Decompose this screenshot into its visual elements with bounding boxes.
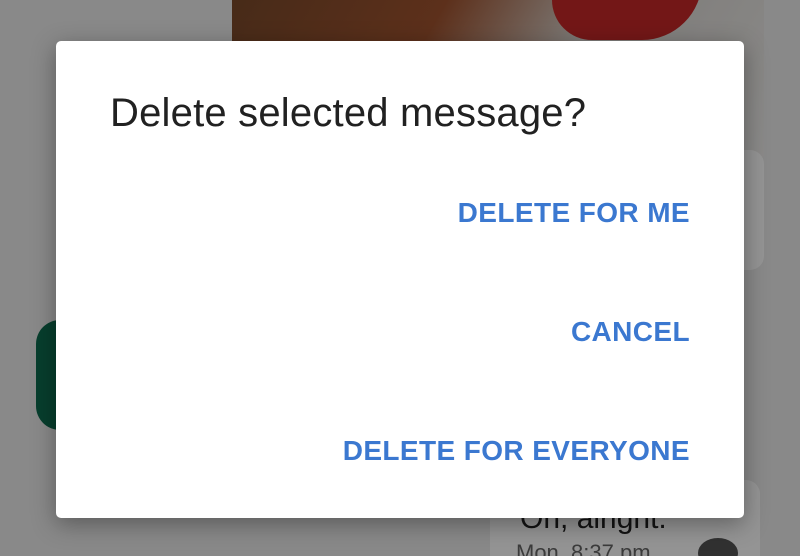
delete-for-me-button[interactable]: DELETE FOR ME xyxy=(458,197,690,229)
dialog-title: Delete selected message? xyxy=(110,91,587,135)
delete-for-everyone-button[interactable]: DELETE FOR EVERYONE xyxy=(343,435,690,467)
delete-message-dialog: Delete selected message? DELETE FOR ME C… xyxy=(56,41,744,518)
cancel-button[interactable]: CANCEL xyxy=(571,316,690,348)
chat-screen: Oh, alright. Mon, 8:37 pm Delete selecte… xyxy=(0,0,800,556)
